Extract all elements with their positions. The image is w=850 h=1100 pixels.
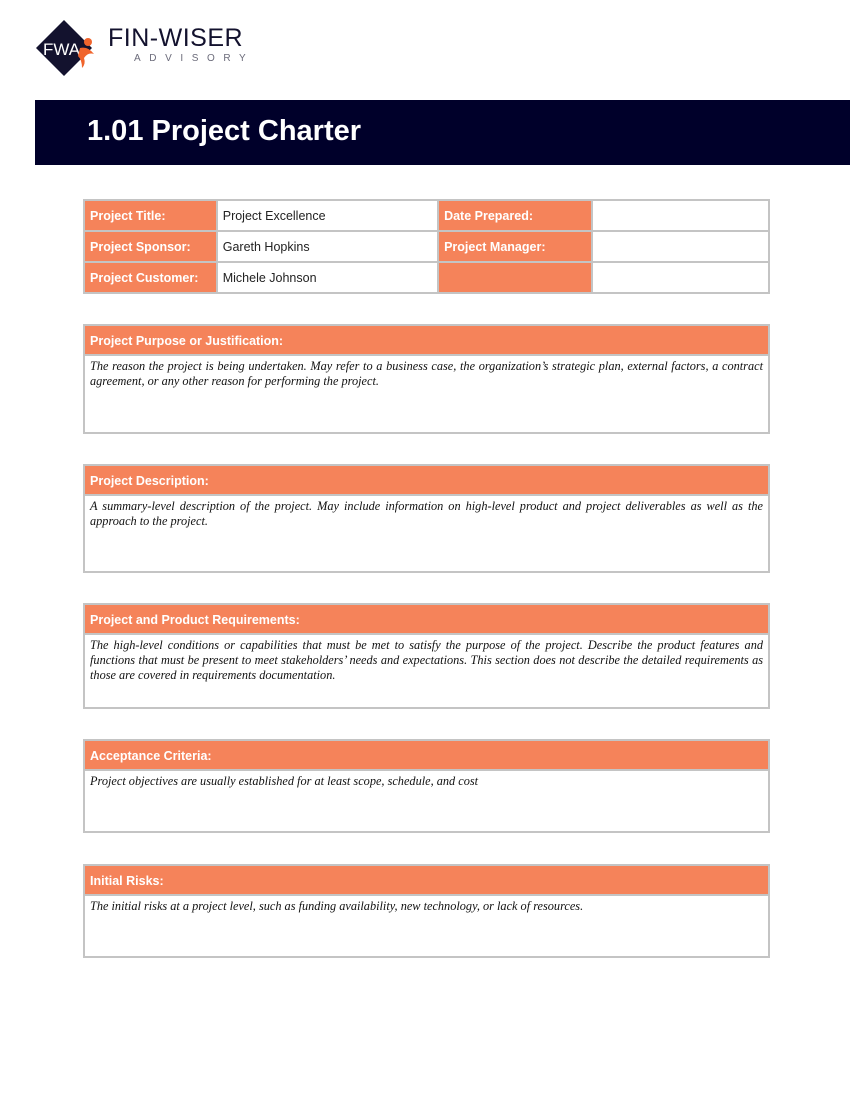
logo-subtitle: ADVISORY [134, 53, 255, 64]
table-row: Project Title: Project Excellence Date P… [83, 199, 771, 232]
project-manager-field[interactable] [590, 230, 771, 263]
section-acceptance-criteria: Acceptance Criteria: Project objectives … [83, 739, 770, 833]
section-requirements: Project and Product Requirements: The hi… [83, 603, 770, 709]
project-customer-label: Project Customer: [83, 261, 218, 294]
date-prepared-field[interactable] [590, 199, 771, 232]
section-heading: Acceptance Criteria: [85, 741, 768, 771]
table-row: Project Sponsor: Gareth Hopkins Project … [83, 230, 771, 263]
company-logo: FWA FIN-WISER ADVISORY [36, 18, 246, 80]
project-info-table: Project Title: Project Excellence Date P… [83, 199, 771, 294]
logo-name: FIN-WISER [108, 24, 244, 52]
fwa-logo-icon: FWA [36, 20, 94, 76]
title-bar: 1.01 Project Charter [35, 100, 850, 165]
section-text[interactable]: The reason the project is being undertak… [85, 356, 768, 389]
empty-field[interactable] [590, 261, 771, 294]
project-sponsor-field[interactable]: Gareth Hopkins [215, 230, 440, 263]
section-description: Project Description: A summary-level des… [83, 464, 770, 573]
table-row: Project Customer: Michele Johnson [83, 261, 771, 294]
section-heading: Project Purpose or Justification: [85, 326, 768, 356]
project-sponsor-label: Project Sponsor: [83, 230, 218, 263]
section-text[interactable]: The initial risks at a project level, su… [85, 896, 768, 914]
section-text[interactable]: Project objectives are usually establish… [85, 771, 768, 789]
section-text[interactable]: A summary-level description of the proje… [85, 496, 768, 529]
section-initial-risks: Initial Risks: The initial risks at a pr… [83, 864, 770, 958]
project-customer-field[interactable]: Michele Johnson [215, 261, 440, 294]
section-heading: Initial Risks: [85, 866, 768, 896]
section-text[interactable]: The high-level conditions or capabilitie… [85, 635, 768, 683]
project-title-label: Project Title: [83, 199, 218, 232]
section-purpose: Project Purpose or Justification: The re… [83, 324, 770, 434]
section-heading: Project Description: [85, 466, 768, 496]
section-heading: Project and Product Requirements: [85, 605, 768, 635]
project-manager-label: Project Manager: [437, 230, 593, 263]
date-prepared-label: Date Prepared: [437, 199, 593, 232]
logo-monogram: FWA [43, 40, 81, 59]
project-title-field[interactable]: Project Excellence [215, 199, 440, 232]
page-title: 1.01 Project Charter [87, 115, 362, 147]
empty-label [437, 261, 593, 294]
